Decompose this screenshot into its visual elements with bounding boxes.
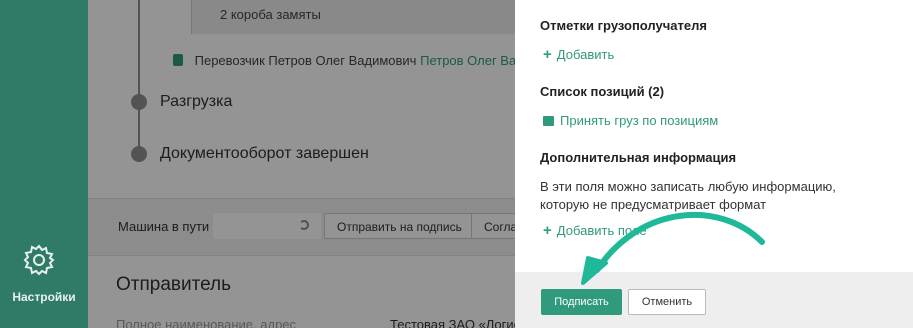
add-field-link[interactable]: + Добавить поле xyxy=(543,222,647,239)
sidebar: Настройки xyxy=(0,0,88,328)
add-mark-link[interactable]: + Добавить xyxy=(543,46,614,63)
positions-title: Список позиций (2) xyxy=(540,84,665,99)
consignee-marks-title: Отметки грузополучателя xyxy=(540,18,707,33)
plus-icon: + xyxy=(543,46,552,63)
extra-info-description: В эти поля можно записать любую информац… xyxy=(540,179,836,212)
settings-label[interactable]: Настройки xyxy=(0,290,88,304)
extra-info-title: Дополнительная информация xyxy=(540,150,737,165)
add-field-label: Добавить поле xyxy=(556,223,647,238)
truck-icon xyxy=(543,116,554,126)
gear-icon[interactable] xyxy=(22,243,56,277)
accept-by-positions-link[interactable]: Принять груз по позициям xyxy=(543,113,718,128)
sign-button[interactable]: Подписать xyxy=(541,289,622,315)
accept-by-positions-label: Принять груз по позициям xyxy=(560,113,719,128)
plus-icon: + xyxy=(543,222,552,239)
add-mark-label: Добавить xyxy=(556,47,615,62)
cancel-button[interactable]: Отменить xyxy=(628,289,706,315)
